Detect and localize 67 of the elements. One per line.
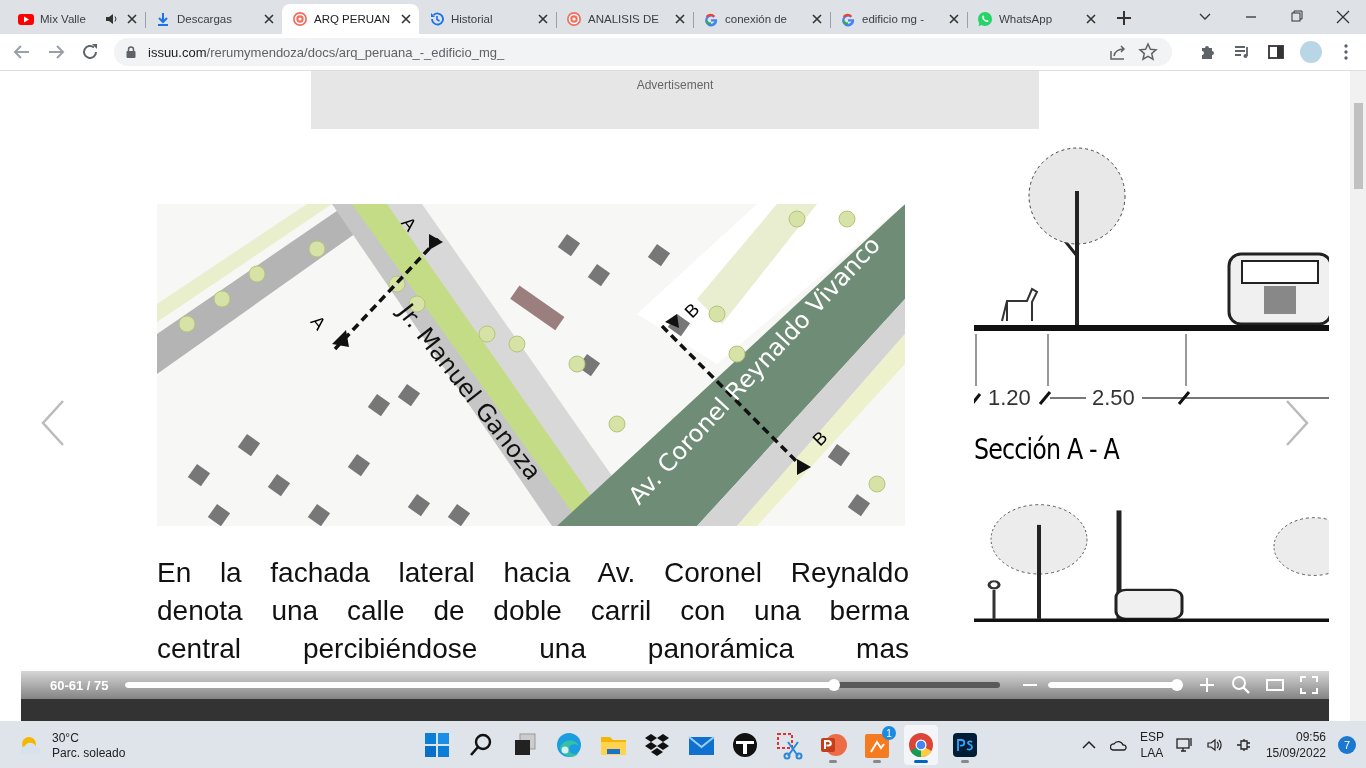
lock-icon bbox=[124, 45, 138, 59]
target-logo-icon bbox=[566, 11, 582, 27]
close-icon[interactable] bbox=[125, 12, 139, 26]
speaker-icon[interactable] bbox=[1205, 736, 1224, 754]
address-bar[interactable]: issuu.com/rerumymendoza/docs/arq_peruana_-_edificio_mg_ bbox=[114, 38, 1172, 66]
target-logo-icon bbox=[292, 11, 308, 27]
body-paragraph: En la fachada lateral hacia Av. Coronel Reynaldo denota una calle de doble carril con una berma central percibiéndose una panorámica mas bbox=[157, 556, 909, 666]
dimension-label: 1.20 bbox=[988, 385, 1031, 410]
input-language[interactable]: ESP LAA bbox=[1139, 730, 1164, 760]
network-monitor-icon[interactable] bbox=[1175, 736, 1194, 754]
close-icon[interactable] bbox=[399, 12, 413, 26]
search-icon[interactable] bbox=[470, 733, 492, 756]
close-icon[interactable] bbox=[947, 12, 961, 26]
browser-tab[interactable]: ARQ PERUAN bbox=[282, 4, 419, 34]
advertisement-label: Advertisement bbox=[636, 78, 714, 92]
browser-tab[interactable]: Mix Valle bbox=[8, 4, 145, 34]
close-icon[interactable] bbox=[1084, 12, 1098, 26]
close-icon[interactable] bbox=[262, 12, 276, 26]
side-panel-icon[interactable] bbox=[1266, 42, 1286, 62]
chrome-icon[interactable] bbox=[909, 733, 933, 757]
clock[interactable]: 09:56 15/09/2022 bbox=[1265, 730, 1326, 760]
magnifier-icon[interactable] bbox=[1231, 675, 1251, 695]
browser-tab[interactable]: conexión de bbox=[693, 4, 830, 34]
section-mark: A bbox=[397, 213, 421, 236]
history-icon bbox=[429, 11, 445, 27]
scissors-icon[interactable] bbox=[777, 733, 803, 760]
section-mark: B bbox=[680, 299, 704, 322]
envelope-icon[interactable] bbox=[688, 736, 715, 755]
notification-badge: 1 bbox=[882, 726, 896, 740]
temperature: 30°C bbox=[52, 730, 80, 745]
zigzag-app-icon[interactable] bbox=[865, 734, 889, 758]
close-icon[interactable] bbox=[810, 12, 824, 26]
taskbar-app[interactable]: 1 bbox=[860, 725, 894, 765]
share-icon[interactable] bbox=[1108, 42, 1128, 62]
browser-tab[interactable]: Descargas bbox=[145, 4, 282, 34]
fullscreen-icon[interactable] bbox=[1299, 675, 1319, 695]
plus-icon[interactable] bbox=[1114, 8, 1134, 28]
dimension-label: 2.50 bbox=[1092, 385, 1135, 410]
section-mark: A bbox=[306, 311, 330, 334]
task-view-icon[interactable] bbox=[515, 733, 536, 755]
folder-icon[interactable] bbox=[601, 737, 626, 755]
notification-count[interactable]: 7 bbox=[1338, 736, 1356, 754]
t-circle-logo-icon[interactable] bbox=[733, 733, 757, 757]
weather-condition: Parc. soleado bbox=[52, 745, 126, 760]
video-logo-icon bbox=[18, 11, 34, 27]
browser-tab[interactable]: Historial bbox=[419, 4, 556, 34]
close-icon[interactable] bbox=[673, 12, 687, 26]
browser-tab[interactable]: WhatsApp bbox=[967, 4, 1104, 34]
scrollbar[interactable] bbox=[1350, 71, 1366, 721]
browser-tab[interactable]: edificio mg - bbox=[830, 4, 967, 34]
download-icon bbox=[155, 11, 171, 27]
reload-icon[interactable] bbox=[80, 42, 100, 62]
close-icon[interactable] bbox=[536, 12, 550, 26]
section-mark: B bbox=[808, 427, 832, 450]
g-logo-icon bbox=[703, 11, 719, 27]
section-title: Sección A - A bbox=[974, 433, 1121, 466]
browser-swirl-icon[interactable] bbox=[557, 733, 581, 757]
slides-app-icon[interactable] bbox=[821, 734, 847, 756]
browser-tab[interactable]: ANALISIS DE bbox=[556, 4, 693, 34]
zoom-in-icon[interactable] bbox=[1197, 675, 1217, 695]
page-count: 60-61 / 75 bbox=[50, 677, 110, 693]
chat-logo-icon bbox=[977, 11, 993, 27]
speaker-icon[interactable] bbox=[105, 12, 119, 26]
g-logo-icon bbox=[840, 11, 856, 27]
star-icon[interactable] bbox=[1138, 42, 1158, 62]
ps-app-icon[interactable] bbox=[953, 733, 977, 757]
windows-logo-icon[interactable] bbox=[425, 733, 449, 757]
